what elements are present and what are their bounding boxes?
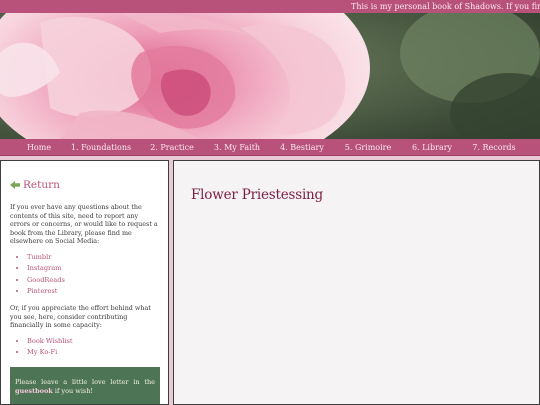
marquee-text: This is my personal book of Shadows. If … [351, 2, 540, 11]
return-row[interactable]: Return [10, 179, 159, 191]
list-item: Pinterest [27, 286, 159, 298]
tumblr-link[interactable]: Tumblr [27, 253, 51, 261]
list-item: Instagram [27, 263, 159, 275]
arrow-left-icon[interactable] [10, 180, 20, 190]
social-links-list: Tumblr Instagram GoodReads Pinterest [27, 252, 159, 298]
guestbook-text-after: if you wish! [52, 386, 94, 395]
guestbook-link[interactable]: guestbook [15, 387, 53, 395]
support-links-list: Book Wishlist My Ko-Fi [27, 336, 159, 359]
goodreads-link[interactable]: GoodReads [27, 276, 65, 284]
main-content: Flower Priestessing [173, 160, 540, 405]
marquee-banner: This is my personal book of Shadows. If … [0, 0, 540, 13]
sidebar-panel: Return If you ever have any questions ab… [0, 160, 169, 405]
main-nav: Home 1. Foundations 2. Practice 3. My Fa… [0, 139, 540, 156]
nav-my-faith[interactable]: 3. My Faith [214, 139, 260, 156]
support-text: Or, if you appreciate the effort behind … [10, 303, 151, 330]
sidebar-intro-text: If you ever have any questions about the… [10, 203, 158, 246]
page-title: Flower Priestessing [191, 187, 323, 203]
nav-practice[interactable]: 2. Practice [150, 139, 194, 156]
guestbook-text-before: Please leave a little love letter in the [15, 378, 155, 386]
nav-bestiary[interactable]: 4. Bestiary [280, 139, 324, 156]
nav-grimoire[interactable]: 5. Grimoire [345, 139, 391, 156]
instagram-link[interactable]: Instagram [27, 264, 61, 272]
guestbook-box: Please leave a little love letter in the… [10, 367, 160, 404]
header-rose-image [0, 13, 540, 139]
list-item: My Ko-Fi [27, 347, 159, 359]
list-item: Book Wishlist [27, 336, 159, 348]
kofi-link[interactable]: My Ko-Fi [27, 348, 57, 356]
list-item: Tumblr [27, 252, 159, 264]
nav-records[interactable]: 7. Records [472, 139, 515, 156]
nav-home[interactable]: Home [27, 139, 51, 156]
return-link[interactable]: Return [23, 179, 60, 191]
pinterest-link[interactable]: Pinterest [27, 287, 57, 295]
book-wishlist-link[interactable]: Book Wishlist [27, 337, 73, 345]
nav-foundations[interactable]: 1. Foundations [71, 139, 131, 156]
nav-library[interactable]: 6. Library [412, 139, 452, 156]
list-item: GoodReads [27, 275, 159, 287]
